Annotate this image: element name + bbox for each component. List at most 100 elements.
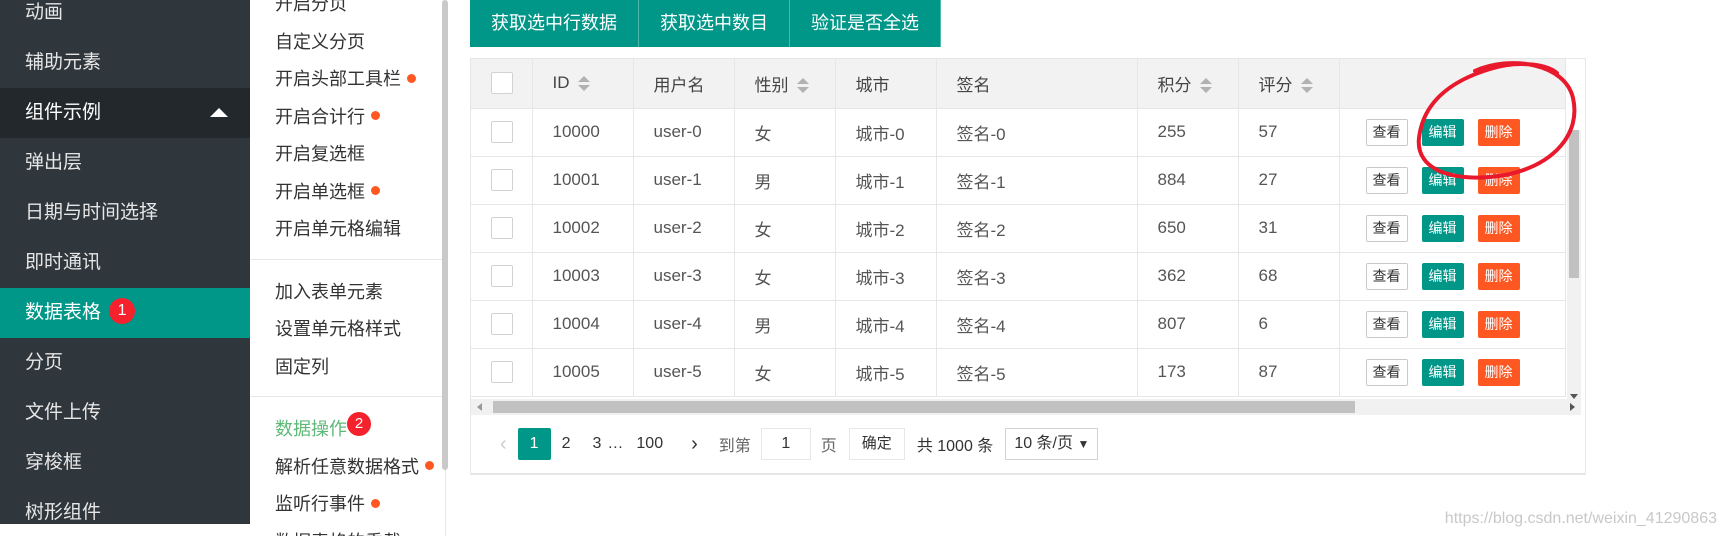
nav-item-table[interactable]: 数据表格 1 bbox=[0, 288, 250, 338]
header-sign: 签名 bbox=[936, 59, 1138, 109]
nav-item-transfer[interactable]: 穿梭框 bbox=[0, 438, 250, 488]
get-checked-data-button[interactable]: 获取选中行数据 bbox=[470, 0, 639, 47]
row-checkbox[interactable] bbox=[491, 265, 513, 287]
next-page-icon[interactable]: › bbox=[680, 428, 709, 460]
page-size-select[interactable]: 10 条/页 ▼ bbox=[1005, 428, 1099, 460]
cell-sign: 签名-4 bbox=[936, 300, 1138, 349]
nav-item-auxiliary[interactable]: 辅助元素 bbox=[0, 38, 250, 88]
edit-button[interactable]: 编辑 bbox=[1421, 358, 1464, 386]
sub-item-custom-paging[interactable]: 自定义分页 bbox=[250, 24, 445, 62]
main-nav: 动画 辅助元素 组件示例 弹出层 日期与时间选择 即时通讯 数据表格 1 分页 文… bbox=[0, 0, 250, 524]
nav-item-animation[interactable]: 动画 bbox=[0, 0, 250, 38]
cell-username: user-4 bbox=[633, 300, 735, 349]
page-ellipsis: … bbox=[607, 435, 624, 452]
table-horizontal-scrollbar[interactable] bbox=[471, 399, 1581, 415]
new-dot-icon bbox=[371, 111, 380, 121]
delete-button[interactable]: 删除 bbox=[1477, 310, 1520, 338]
sub-item-total-row[interactable]: 开启合计行 bbox=[250, 99, 445, 137]
sub-item-cell-edit[interactable]: 开启单元格编辑 bbox=[250, 211, 445, 249]
sub-item-fixed-col[interactable]: 固定列 bbox=[250, 349, 445, 387]
sort-icon[interactable] bbox=[577, 75, 590, 92]
page-last[interactable]: 100 bbox=[625, 428, 674, 460]
nav-item-datetime[interactable]: 日期与时间选择 bbox=[0, 188, 250, 238]
get-checked-count-button[interactable]: 获取选中数目 bbox=[639, 0, 790, 47]
nav-item-pagination[interactable]: 分页 bbox=[0, 338, 250, 388]
sub-item-paging[interactable]: 开启分页 bbox=[250, 0, 445, 24]
table-toolbar: 获取选中行数据 获取选中数目 验证是否全选 bbox=[470, 0, 941, 47]
edit-button[interactable]: 编辑 bbox=[1421, 214, 1464, 242]
sort-icon[interactable] bbox=[1300, 78, 1313, 94]
edit-button[interactable]: 编辑 bbox=[1421, 262, 1464, 290]
row-checkbox[interactable] bbox=[491, 313, 513, 335]
sub-item-cell-style[interactable]: 设置单元格样式 bbox=[250, 311, 445, 349]
row-checkbox[interactable] bbox=[491, 361, 513, 383]
header-sex[interactable]: 性别 bbox=[734, 59, 836, 109]
view-button[interactable]: 查看 bbox=[1365, 358, 1408, 386]
cell-id: 10002 bbox=[532, 204, 634, 253]
nav-item-upload[interactable]: 文件上传 bbox=[0, 388, 250, 438]
nav-item-layer[interactable]: 弹出层 bbox=[0, 138, 250, 188]
caret-up-icon bbox=[210, 108, 228, 117]
edit-button[interactable]: 编辑 bbox=[1421, 310, 1464, 338]
sort-icon[interactable] bbox=[1199, 78, 1212, 94]
cell-actions: 查看 编辑 删除 bbox=[1339, 300, 1566, 349]
table-row[interactable]: 10003 user-3 女城市-3 签名-3 362 68 查看 编辑 删除 bbox=[471, 252, 1566, 301]
sub-item-toolbar[interactable]: 开启头部工具栏 bbox=[250, 61, 445, 99]
row-checkbox[interactable] bbox=[491, 217, 513, 239]
header-label: 评分 bbox=[1258, 75, 1293, 95]
nav-item-im[interactable]: 即时通讯 bbox=[0, 238, 250, 288]
view-button[interactable]: 查看 bbox=[1365, 166, 1408, 194]
nav-item-components[interactable]: 组件示例 bbox=[0, 88, 250, 138]
view-button[interactable]: 查看 bbox=[1365, 310, 1408, 338]
watermark: https://blog.csdn.net/weixin_41290863 bbox=[1444, 510, 1717, 527]
view-button[interactable]: 查看 bbox=[1365, 214, 1408, 242]
annotation-circle bbox=[1416, 61, 1577, 180]
sub-item-label: 开启单选框 bbox=[275, 181, 365, 202]
header-score[interactable]: 积分 bbox=[1137, 59, 1239, 109]
select-all-checkbox[interactable] bbox=[491, 72, 513, 95]
table-row[interactable]: 10004 user-4 男城市-4 签名-4 807 6 查看 编辑 删除 bbox=[471, 300, 1566, 349]
cell-sex: 女 bbox=[734, 108, 836, 157]
cell-city: 城市-2 bbox=[835, 204, 937, 253]
delete-button[interactable]: 删除 bbox=[1477, 262, 1520, 290]
table-row[interactable]: 10001 user-1 男城市-1 签名-1 884 27 查看 编辑 删除 bbox=[471, 156, 1566, 205]
page-2[interactable]: 2 bbox=[551, 428, 582, 460]
table-row[interactable]: 10000 user-0 女城市-0 签名-0 255 57 查看 编辑 删除 bbox=[471, 108, 1566, 157]
submenu-scrollbar[interactable] bbox=[442, 0, 448, 470]
sub-item-form-element[interactable]: 加入表单元素 bbox=[250, 274, 445, 312]
page-1[interactable]: 1 bbox=[517, 428, 551, 460]
view-button[interactable]: 查看 bbox=[1365, 262, 1408, 290]
scroll-left-icon[interactable] bbox=[477, 403, 482, 411]
sub-item-checkbox[interactable]: 开启复选框 bbox=[250, 136, 445, 174]
table-row[interactable]: 10005 user-5 女城市-5 签名-5 173 87 查看 编辑 删除 bbox=[471, 348, 1566, 397]
sub-item-reload[interactable]: 数据表格的重载 bbox=[250, 524, 445, 536]
cell-id: 10003 bbox=[532, 252, 634, 301]
delete-button[interactable]: 删除 bbox=[1477, 358, 1520, 386]
cell-id: 10005 bbox=[532, 348, 634, 397]
nav-item-tree[interactable]: 树形组件 bbox=[0, 488, 250, 524]
sub-item-parse-data[interactable]: 解析任意数据格式 bbox=[250, 449, 445, 487]
view-button[interactable]: 查看 bbox=[1365, 118, 1408, 146]
row-checkbox[interactable] bbox=[491, 121, 513, 143]
sub-item-row-event[interactable]: 监听行事件 bbox=[250, 486, 445, 524]
delete-button[interactable]: 删除 bbox=[1477, 214, 1520, 242]
header-id[interactable]: ID bbox=[532, 59, 634, 109]
header-rating[interactable]: 评分 bbox=[1238, 59, 1340, 109]
sub-item-data-ops[interactable]: 数据操作 2 bbox=[250, 411, 445, 449]
is-all-checked-button[interactable]: 验证是否全选 bbox=[790, 0, 941, 47]
sort-icon[interactable] bbox=[796, 78, 809, 94]
new-dot-icon bbox=[407, 73, 416, 83]
prev-page-icon[interactable]: ‹ bbox=[489, 428, 518, 460]
divider bbox=[250, 396, 445, 397]
page-3[interactable]: 3 bbox=[581, 428, 605, 460]
goto-confirm-button[interactable]: 确定 bbox=[848, 428, 905, 460]
scroll-thumb[interactable] bbox=[493, 401, 1355, 413]
cell-rating: 31 bbox=[1238, 204, 1340, 253]
table-row[interactable]: 10002 user-2 女城市-2 签名-2 650 31 查看 编辑 删除 bbox=[471, 204, 1566, 253]
cell-rating: 27 bbox=[1238, 156, 1340, 205]
goto-page-input[interactable] bbox=[760, 428, 811, 460]
sub-item-radio[interactable]: 开启单选框 bbox=[250, 174, 445, 212]
row-checkbox[interactable] bbox=[491, 169, 513, 191]
cell-sign: 签名-3 bbox=[936, 252, 1138, 301]
scroll-right-icon[interactable] bbox=[1570, 403, 1575, 411]
